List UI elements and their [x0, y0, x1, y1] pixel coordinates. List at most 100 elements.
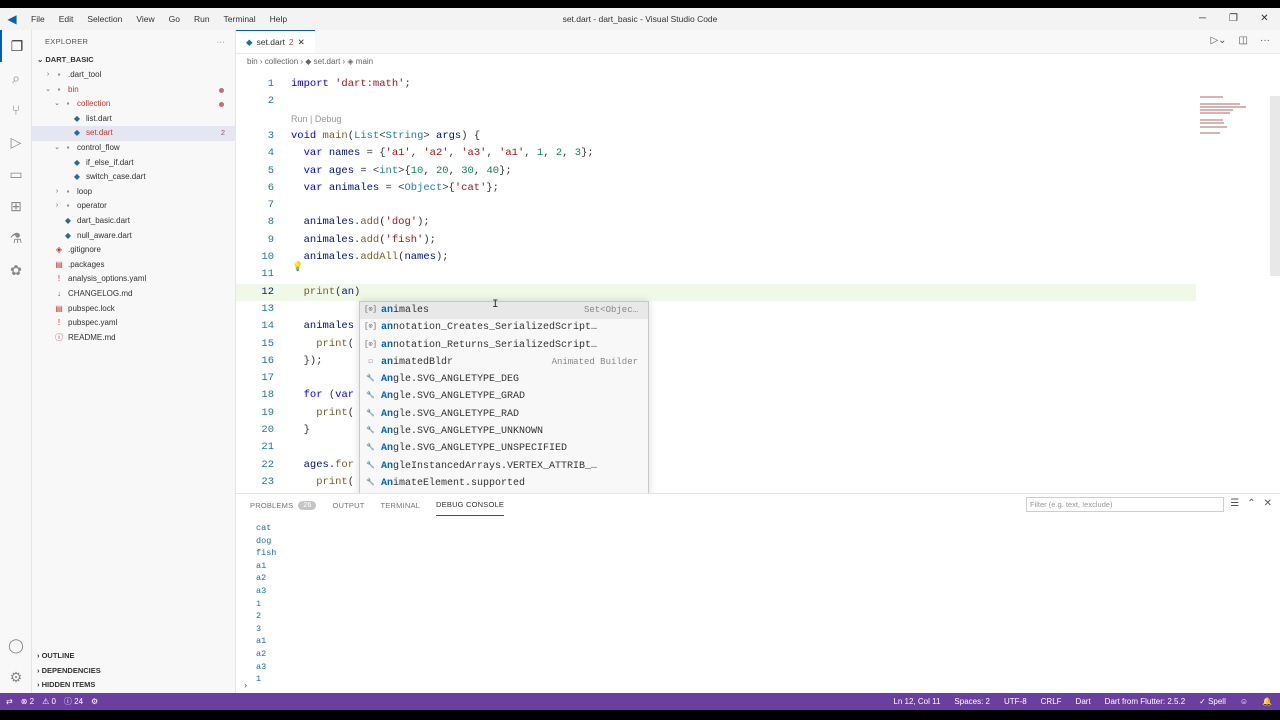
suggestion-item[interactable]: 🔧 An gle.SVG_ANGLETYPE_UNSPECIFIED: [360, 440, 648, 457]
menu-edit[interactable]: Edit: [52, 8, 81, 30]
status-warnings[interactable]: ⚠ 0: [42, 697, 56, 706]
tree-item[interactable]: ▤ .packages: [32, 258, 235, 273]
tab-debug-console[interactable]: DEBUG CONSOLE: [436, 494, 505, 516]
section-outline[interactable]: › OUTLINE: [32, 649, 236, 664]
extensions-icon[interactable]: ⊞: [0, 190, 32, 222]
code-line[interactable]: 11: [236, 266, 1196, 283]
code-line[interactable]: 12 print(an): [236, 283, 1196, 301]
tree-item[interactable]: ◆ switch_case.dart: [32, 170, 235, 185]
editor-scrollbar[interactable]: [1270, 96, 1280, 276]
code-line[interactable]: 9 animales.add('fish');: [236, 232, 1196, 249]
feedback-icon[interactable]: ☺: [1240, 697, 1248, 706]
flutter-icon[interactable]: ✿: [0, 254, 32, 286]
tree-item[interactable]: › ▪ loop: [32, 185, 235, 200]
status-position[interactable]: Ln 12, Col 11: [893, 697, 940, 706]
tree-item[interactable]: ◆ list.dart: [32, 112, 235, 127]
tree-item[interactable]: ! pubspec.yaml: [32, 316, 235, 331]
suggestion-item[interactable]: 🔧 An imateElement.supported: [360, 475, 648, 492]
account-icon[interactable]: ◯: [0, 629, 32, 661]
remote-indicator-icon[interactable]: ⇄: [6, 697, 13, 706]
tree-item[interactable]: › ▪ operator: [32, 199, 235, 214]
section-dependencies[interactable]: › DEPENDENCIES: [32, 664, 236, 679]
menu-go[interactable]: Go: [162, 8, 187, 30]
code-line[interactable]: 4 var names = {'a1', 'a2', 'a3', 'a1', 1…: [236, 145, 1196, 162]
console-filter-input[interactable]: Filter (e.g. text, !exclude): [1026, 497, 1224, 512]
tree-item[interactable]: ◆ set.dart 2: [32, 126, 235, 141]
code-line[interactable]: 2: [236, 93, 1196, 110]
settings-gear-icon[interactable]: ⚙: [0, 661, 32, 693]
clear-console-icon[interactable]: ☰: [1230, 498, 1239, 509]
tree-item[interactable]: ⌄ ▪ bin: [32, 83, 235, 98]
tab-problems[interactable]: PROBLEMS 26: [250, 494, 317, 516]
notifications-icon[interactable]: 🔔: [1262, 697, 1272, 706]
tab-close-icon[interactable]: ✕: [298, 37, 305, 48]
code-line[interactable]: 6 var animales = <Object>{'cat'};: [236, 180, 1196, 197]
run-dropdown-icon[interactable]: ▷⌄: [1210, 35, 1226, 46]
status-spell[interactable]: ✓ Spell: [1199, 697, 1226, 706]
tab-set-dart[interactable]: ◆ set.dart 2 ✕: [236, 30, 315, 53]
status-eol[interactable]: CRLF: [1041, 697, 1062, 706]
code-line[interactable]: 10 animales.addAll(names);: [236, 249, 1196, 266]
tree-item[interactable]: › ▪ .dart_tool: [32, 68, 235, 83]
code-line[interactable]: 8 animales.add('dog');: [236, 214, 1196, 231]
suggestion-item[interactable]: 🔧 An gleInstancedArrays.VERTEX_ATTRIB_…: [360, 458, 648, 475]
status-encoding[interactable]: UTF-8: [1004, 697, 1027, 706]
suggestion-item[interactable]: [⊙] an notation_Returns_SerializedScript…: [360, 337, 648, 354]
menu-run[interactable]: Run: [187, 8, 217, 30]
suggestion-item[interactable]: 🔧 An gle.SVG_ANGLETYPE_RAD: [360, 406, 648, 423]
tree-item[interactable]: ⌄ ▪ collection: [32, 97, 235, 112]
minimap[interactable]: [1200, 96, 1276, 136]
code-line[interactable]: 3 void main(List<String> args) {: [236, 128, 1196, 145]
explorer-icon[interactable]: ❐: [0, 30, 32, 62]
status-errors[interactable]: ⊗ 2: [21, 697, 34, 706]
tree-item[interactable]: ⌄ ▪ control_flow: [32, 141, 235, 156]
breadcrumb[interactable]: bin › collection › ◆ set.dart › ◈ main: [236, 54, 1280, 70]
remote-explorer-icon[interactable]: ▭: [0, 158, 32, 190]
tree-item[interactable]: ◆ null_aware.dart: [32, 229, 235, 244]
menu-terminal[interactable]: Terminal: [217, 8, 263, 30]
menu-selection[interactable]: Selection: [80, 8, 129, 30]
close-button[interactable]: ✕: [1249, 8, 1280, 30]
tab-output[interactable]: OUTPUT: [332, 494, 364, 516]
more-actions-icon[interactable]: ···: [1260, 35, 1270, 46]
suggestion-item[interactable]: 🔧 An gle.SVG_ANGLETYPE_DEG: [360, 371, 648, 388]
testing-icon[interactable]: ⚗: [0, 222, 32, 254]
code-line[interactable]: 7: [236, 197, 1196, 214]
restore-button[interactable]: ❐: [1218, 8, 1249, 30]
tab-terminal[interactable]: TERMINAL: [381, 494, 421, 516]
maximize-panel-icon[interactable]: ⌃: [1247, 498, 1255, 509]
code-line[interactable]: 5 var ages = <int>{10, 20, 30, 40};: [236, 163, 1196, 180]
codelens-run-debug[interactable]: Run | Debug: [291, 111, 341, 128]
workspace-root[interactable]: ⌄ DART_BASIC: [32, 52, 235, 68]
tree-item[interactable]: ◈ .gitignore: [32, 243, 235, 258]
minimize-button[interactable]: ─: [1187, 8, 1218, 30]
status-sdk[interactable]: Dart from Flutter: 2.5.2: [1105, 697, 1185, 706]
code-line[interactable]: 1 import 'dart:math';: [236, 76, 1196, 93]
suggestion-item[interactable]: 🔧 An gle.SVG_ANGLETYPE_UNKNOWN: [360, 423, 648, 440]
source-control-icon[interactable]: ⑂: [0, 94, 32, 126]
split-editor-icon[interactable]: ◫: [1239, 35, 1248, 46]
status-spaces[interactable]: Spaces: 2: [954, 697, 990, 706]
menu-file[interactable]: File: [24, 8, 52, 30]
suggestion-item[interactable]: 🔧 An gle.SVG_ANGLETYPE_GRAD: [360, 388, 648, 405]
suggestion-item[interactable]: [⊙] an notation_Creates_SerializedScript…: [360, 319, 648, 336]
lightbulb-icon[interactable]: 💡: [292, 262, 303, 272]
menu-help[interactable]: Help: [263, 8, 294, 30]
tree-item[interactable]: ◆ dart_basic.dart: [32, 214, 235, 229]
status-language[interactable]: Dart: [1076, 697, 1091, 706]
suggestion-item[interactable]: ☐ an imatedBldr Animated Builder: [360, 354, 648, 371]
tree-item[interactable]: ↓ CHANGELOG.md: [32, 287, 235, 302]
search-icon[interactable]: ⌕: [0, 62, 32, 94]
console-prompt[interactable]: ›: [244, 680, 247, 690]
status-info[interactable]: ⓘ 24: [64, 696, 83, 707]
section-hidden-items[interactable]: › HIDDEN ITEMS: [32, 678, 236, 693]
menu-view[interactable]: View: [129, 8, 161, 30]
tree-item[interactable]: ⓘ README.md: [32, 331, 235, 346]
debug-icon[interactable]: ⚙: [91, 697, 98, 706]
tree-item[interactable]: ◆ if_else_if.dart: [32, 156, 235, 171]
tree-item[interactable]: ! analysis_options.yaml: [32, 272, 235, 287]
explorer-more-icon[interactable]: ···: [217, 37, 225, 46]
suggestion-item[interactable]: [⊙] an imales Set<Objec…: [360, 302, 648, 320]
tree-item[interactable]: ▤ pubspec.lock: [32, 302, 235, 317]
run-debug-icon[interactable]: ▷: [0, 126, 32, 158]
